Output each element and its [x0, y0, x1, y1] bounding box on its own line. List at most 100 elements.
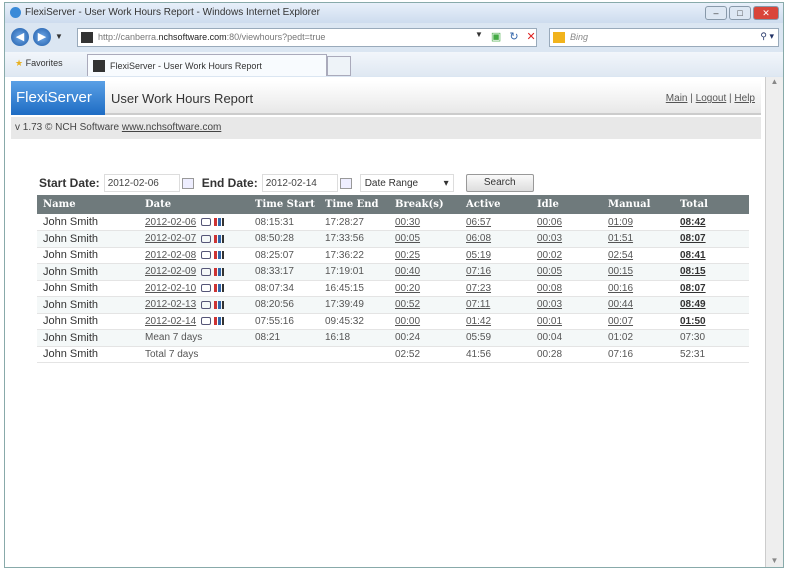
date-filter-form: Start Date: End Date: Date Range ▾ Search	[39, 173, 534, 193]
minimize-button[interactable]: –	[705, 6, 727, 20]
table-cell: 07:16	[602, 346, 674, 363]
duration-link[interactable]: 00:08	[537, 283, 562, 294]
duration-link[interactable]: 00:40	[395, 266, 420, 277]
duration-link[interactable]: 06:57	[466, 217, 491, 228]
compat-icon[interactable]: ▣	[491, 30, 501, 43]
duration-link[interactable]: 08:41	[680, 250, 706, 261]
duration-link[interactable]: 00:02	[537, 250, 562, 261]
tab-flexiserver[interactable]: FlexiServer - User Work Hours Report	[87, 54, 327, 76]
search-icon[interactable]: ⚲ ▾	[760, 31, 774, 42]
duration-link[interactable]: 00:03	[537, 299, 562, 310]
print-icon[interactable]	[201, 234, 212, 243]
date-range-select[interactable]: Date Range ▾	[359, 174, 454, 192]
header-links: Main | Logout | Help	[666, 93, 755, 104]
table-cell: 2012-02-07	[139, 230, 249, 248]
duration-link[interactable]: 00:05	[395, 233, 420, 244]
history-dropdown-icon[interactable]: ▼	[55, 32, 63, 41]
date-link[interactable]: 2012-02-10	[145, 283, 196, 294]
duration-link[interactable]: 01:51	[608, 233, 633, 244]
duration-link[interactable]: 00:01	[537, 316, 562, 327]
duration-link[interactable]: 08:42	[680, 217, 706, 228]
new-tab-button[interactable]	[327, 56, 351, 76]
chart-icon[interactable]	[214, 267, 225, 276]
date-link[interactable]: 2012-02-06	[145, 217, 196, 228]
vertical-scrollbar[interactable]: ▲ ▼	[765, 77, 783, 567]
print-icon[interactable]	[201, 217, 212, 226]
duration-link[interactable]: 07:11	[466, 299, 490, 310]
favorites-button[interactable]: ★ Favorites	[15, 58, 63, 69]
duration-link[interactable]: 00:05	[537, 266, 562, 277]
print-icon[interactable]	[201, 300, 212, 309]
table-cell	[249, 346, 319, 363]
chart-icon[interactable]	[214, 251, 225, 260]
address-bar[interactable]: http://canberra.nchsoftware.com:80/viewh…	[77, 28, 537, 47]
table-row: John Smith 2012-02-13 08:20:56 17:39:49 00:5…	[37, 296, 749, 314]
duration-link[interactable]: 00:25	[395, 250, 420, 261]
table-cell: 08:15:31	[249, 214, 319, 231]
column-header: Active	[460, 195, 531, 214]
duration-link[interactable]: 02:54	[608, 250, 633, 261]
duration-link[interactable]: 00:44	[608, 299, 633, 310]
date-link[interactable]: 2012-02-13	[145, 299, 196, 310]
forward-button[interactable]: ▶	[33, 28, 51, 46]
separator: |	[729, 93, 732, 104]
chart-icon[interactable]	[214, 317, 225, 326]
chart-icon[interactable]	[214, 234, 225, 243]
duration-link[interactable]: 00:00	[395, 316, 420, 327]
search-input[interactable]: Bing ⚲ ▾	[549, 28, 779, 47]
end-date-input[interactable]	[261, 174, 338, 192]
print-icon[interactable]	[201, 284, 212, 293]
chart-icon[interactable]	[214, 284, 225, 293]
duration-link[interactable]: 00:06	[537, 217, 562, 228]
date-link[interactable]: 2012-02-14	[145, 316, 196, 327]
date-link[interactable]: 2012-02-08	[145, 250, 196, 261]
table-cell: 2012-02-09	[139, 263, 249, 281]
duration-link[interactable]: 08:07	[680, 283, 706, 294]
duration-link[interactable]: 00:52	[395, 299, 420, 310]
help-link[interactable]: Help	[734, 93, 755, 104]
close-button[interactable]: ✕	[753, 6, 779, 20]
duration-link[interactable]: 05:19	[466, 250, 491, 261]
duration-link[interactable]: 00:07	[608, 316, 633, 327]
duration-link[interactable]: 08:15	[680, 266, 706, 277]
duration-link[interactable]: 01:50	[680, 316, 706, 327]
duration-link[interactable]: 08:07	[680, 233, 706, 244]
chart-icon[interactable]	[214, 217, 225, 226]
calendar-icon[interactable]	[181, 177, 194, 189]
table-cell: 07:30	[674, 329, 749, 347]
date-link[interactable]: 2012-02-09	[145, 266, 196, 277]
duration-link[interactable]: 00:16	[608, 283, 633, 294]
table-cell: 00:16	[602, 280, 674, 297]
duration-link[interactable]: 00:15	[608, 266, 633, 277]
search-button[interactable]: Search	[465, 174, 534, 192]
duration-link[interactable]: 00:03	[537, 233, 562, 244]
print-icon[interactable]	[201, 317, 212, 326]
stop-icon[interactable]: ✕	[527, 30, 536, 43]
back-button[interactable]: ◀	[11, 28, 29, 46]
table-cell	[319, 346, 389, 363]
dropdown-icon[interactable]: ▼	[475, 30, 483, 43]
duration-link[interactable]: 00:20	[395, 283, 420, 294]
duration-link[interactable]: 08:49	[680, 299, 706, 310]
start-date-input[interactable]	[103, 174, 180, 192]
duration-link[interactable]: 07:23	[466, 283, 491, 294]
duration-link[interactable]: 06:08	[466, 233, 491, 244]
duration-link[interactable]: 00:30	[395, 217, 420, 228]
print-icon[interactable]	[201, 267, 212, 276]
main-link[interactable]: Main	[666, 93, 688, 104]
duration-link[interactable]: 01:09	[608, 217, 633, 228]
duration-link[interactable]: 01:42	[466, 316, 491, 327]
print-icon[interactable]	[201, 251, 212, 260]
logout-link[interactable]: Logout	[696, 93, 727, 104]
date-link[interactable]: 2012-02-07	[145, 233, 196, 244]
website-link[interactable]: www.nchsoftware.com	[122, 122, 221, 133]
refresh-icon[interactable]: ↻	[509, 30, 518, 43]
table-cell: 08:15	[674, 263, 749, 281]
table-cell: 01:09	[602, 214, 674, 231]
table-cell: John Smith	[37, 280, 139, 297]
calendar-icon[interactable]	[339, 177, 352, 189]
chart-icon[interactable]	[214, 300, 225, 309]
title-bar: FlexiServer - User Work Hours Report - W…	[5, 3, 783, 23]
maximize-button[interactable]: □	[729, 6, 751, 20]
duration-link[interactable]: 07:16	[466, 266, 491, 277]
